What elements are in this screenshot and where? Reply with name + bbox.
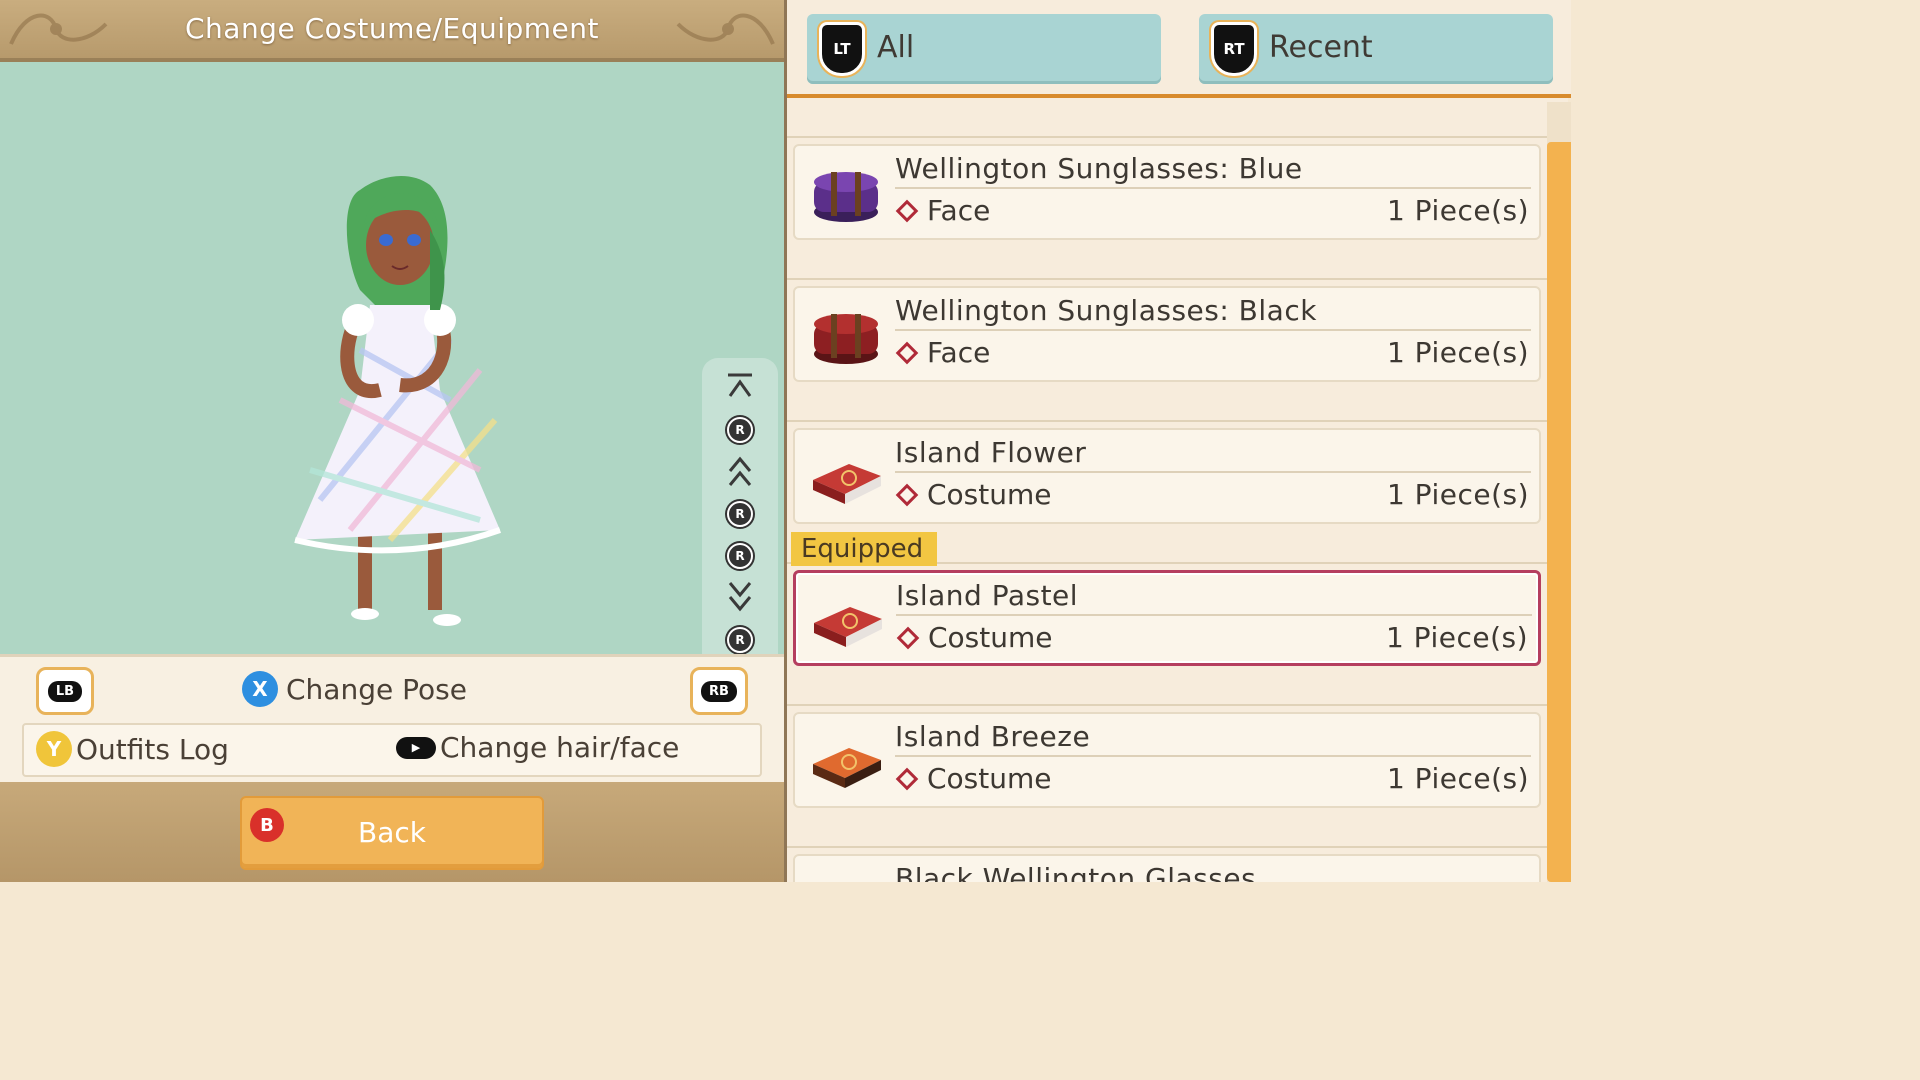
tab-all-label: All bbox=[877, 30, 915, 65]
list-item[interactable]: Wellington Sunglasses: Black Face 1 Piec… bbox=[793, 286, 1541, 382]
character-stage[interactable]: R R R R bbox=[0, 62, 784, 710]
list-item[interactable]: Black Wellington Glasses bbox=[793, 854, 1541, 882]
item-category-label: Face bbox=[927, 336, 991, 369]
list-item-equipped[interactable]: Island Pastel Costume 1 Piece(s) bbox=[793, 570, 1541, 666]
item-name: Wellington Sunglasses: Black bbox=[895, 294, 1531, 331]
outfits-log-label: Outfits Log bbox=[76, 732, 229, 766]
item-category: Costume bbox=[895, 762, 1052, 795]
character-model bbox=[294, 175, 501, 626]
change-hair-face-button[interactable]: ▶ Change hair/face bbox=[396, 731, 679, 764]
up-double-arrow-icon[interactable] bbox=[724, 456, 756, 488]
diamond-icon bbox=[896, 626, 920, 649]
list-item[interactable]: Wellington Sunglasses: Blue Face 1 Piece… bbox=[793, 144, 1541, 240]
list-divider bbox=[787, 386, 1547, 422]
list-divider bbox=[787, 812, 1547, 848]
title-bar: Change Costume/Equipment bbox=[0, 0, 784, 62]
rstick-up-icon[interactable]: R bbox=[724, 414, 756, 446]
orange-suitcase-icon bbox=[813, 748, 881, 788]
red-suitcase-icon bbox=[813, 464, 881, 504]
rstick-down-icon[interactable]: R bbox=[724, 624, 756, 656]
item-quantity: 1 Piece(s) bbox=[1386, 194, 1529, 227]
item-category-label: Costume bbox=[928, 621, 1053, 654]
filter-tabs: LT All RT Recent bbox=[787, 0, 1571, 98]
list-item[interactable]: Island Flower Costume 1 Piece(s) bbox=[793, 428, 1541, 524]
item-name: Island Pastel bbox=[896, 579, 1532, 616]
rb-button[interactable]: RB bbox=[690, 667, 748, 715]
item-category: Face bbox=[895, 194, 991, 227]
lb-button[interactable]: LB bbox=[36, 667, 94, 715]
change-pose-label: Change Pose bbox=[286, 672, 467, 706]
purple-case-icon bbox=[814, 172, 878, 222]
item-quantity: 1 Piece(s) bbox=[1385, 621, 1528, 654]
diamond-icon bbox=[895, 767, 919, 790]
lb-label: LB bbox=[47, 680, 83, 702]
item-list: Wellington Sunglasses: Blue Face 1 Piece… bbox=[787, 102, 1547, 882]
item-category: Costume bbox=[896, 621, 1053, 654]
item-name: Black Wellington Glasses bbox=[895, 862, 1531, 882]
red-suitcase-icon bbox=[814, 607, 882, 647]
item-quantity: 1 Piece(s) bbox=[1386, 762, 1529, 795]
down-double-arrow-icon[interactable] bbox=[724, 580, 756, 612]
list-divider bbox=[787, 244, 1547, 280]
scrollbar[interactable] bbox=[1547, 102, 1571, 882]
footer-bar: B Back bbox=[0, 782, 784, 882]
item-quantity: 1 Piece(s) bbox=[1386, 478, 1529, 511]
top-arrow-icon[interactable] bbox=[724, 370, 756, 402]
secondary-controls: Y Outfits Log ▶ Change hair/face bbox=[22, 723, 762, 777]
scrollbar-thumb[interactable] bbox=[1547, 142, 1571, 882]
tab-recent[interactable]: RT Recent bbox=[1199, 14, 1553, 84]
x-button-icon: X bbox=[242, 671, 278, 707]
item-name: Wellington Sunglasses: Blue bbox=[895, 152, 1531, 189]
rstick-right-icon[interactable]: R bbox=[724, 540, 756, 572]
tab-all[interactable]: LT All bbox=[807, 14, 1161, 84]
rstick-left-icon[interactable]: R bbox=[724, 498, 756, 530]
rb-label: RB bbox=[701, 680, 737, 702]
item-category-label: Costume bbox=[927, 478, 1052, 511]
list-divider bbox=[787, 670, 1547, 706]
item-category: Costume bbox=[895, 478, 1052, 511]
inventory-panel: LT All RT Recent Wellington Sunglasses: … bbox=[784, 0, 1571, 882]
game-screen: Change Costume/Equipment R R R R LB X Ch… bbox=[0, 0, 1571, 882]
diamond-icon bbox=[895, 341, 919, 364]
preview-panel: Change Costume/Equipment R R R R LB X Ch… bbox=[0, 0, 784, 882]
list-item[interactable]: Island Breeze Costume 1 Piece(s) bbox=[793, 712, 1541, 808]
item-category: Face bbox=[895, 336, 991, 369]
item-name: Island Flower bbox=[895, 436, 1531, 473]
item-name: Island Breeze bbox=[895, 720, 1531, 757]
item-quantity: 1 Piece(s) bbox=[1386, 336, 1529, 369]
item-category-label: Face bbox=[927, 194, 991, 227]
page-title: Change Costume/Equipment bbox=[184, 12, 600, 45]
diamond-icon bbox=[895, 483, 919, 506]
item-category-label: Costume bbox=[927, 762, 1052, 795]
rt-shield-icon: RT bbox=[1211, 22, 1257, 76]
outfits-log-button[interactable]: Y Outfits Log bbox=[36, 731, 229, 767]
y-button-icon: Y bbox=[36, 731, 72, 767]
diamond-icon bbox=[895, 199, 919, 222]
change-hair-face-label: Change hair/face bbox=[440, 731, 680, 764]
equipped-badge: Equipped bbox=[791, 532, 937, 566]
stick-press-icon: ▶ bbox=[396, 736, 436, 759]
back-button[interactable]: B Back bbox=[240, 796, 544, 870]
red-case-icon bbox=[814, 314, 878, 364]
controls-panel: LB X Change Pose RB Y Outfits Log ▶ Chan… bbox=[0, 654, 784, 782]
change-pose-button[interactable]: X Change Pose bbox=[242, 671, 467, 707]
back-label: Back bbox=[358, 816, 426, 849]
lt-shield-icon: LT bbox=[819, 22, 865, 76]
list-divider bbox=[787, 102, 1547, 138]
tab-recent-label: Recent bbox=[1269, 30, 1373, 65]
